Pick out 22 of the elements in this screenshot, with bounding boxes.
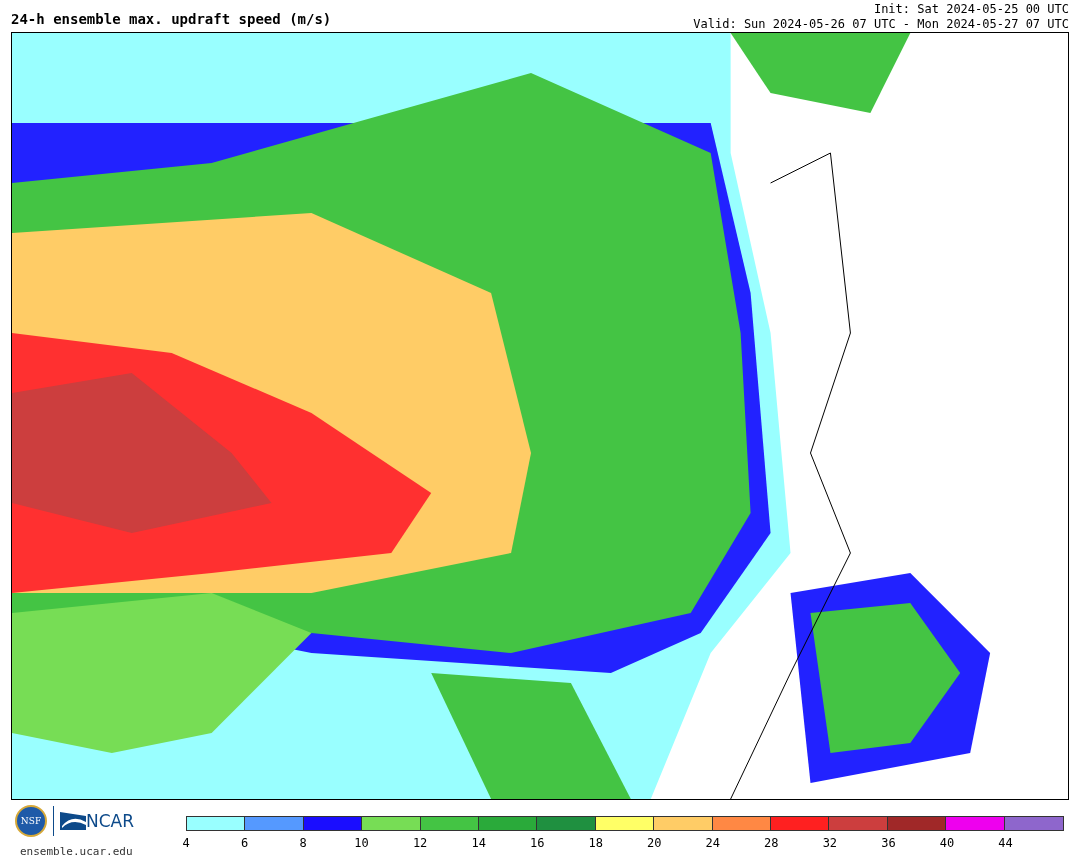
scale-label: 8 [299, 836, 307, 850]
scale-label: 4 [182, 836, 190, 850]
scale-label: 44 [998, 836, 1013, 850]
scale-label: 36 [881, 836, 896, 850]
chart-title: 24-h ensemble max. updraft speed (m/s) [11, 10, 332, 28]
scale-label: 18 [588, 836, 603, 850]
scale-label: 12 [412, 836, 428, 850]
init-time: Init: Sat 2024-05-25 00 UTC [872, 2, 1069, 17]
scale-label: 14 [471, 836, 486, 850]
scale-label: 32 [822, 836, 838, 850]
scale-label: 24 [705, 836, 720, 850]
scale-label: 16 [529, 836, 545, 850]
scale-label: 40 [939, 836, 955, 850]
valid-time: Valid: Sun 2024-05-26 07 UTC - Mon 2024-05-27 07 UTC [693, 17, 1069, 32]
nsf-logo: NSF [15, 805, 47, 837]
scale-label: 20 [647, 836, 662, 850]
scale-label: 6 [240, 836, 249, 850]
scale-label: 28 [764, 836, 779, 850]
scale-label: 10 [354, 836, 369, 850]
site-url: ensemble.ucar.edu [20, 845, 134, 858]
ncar-logo: NCAR [86, 811, 135, 831]
wave-icon [60, 812, 86, 830]
